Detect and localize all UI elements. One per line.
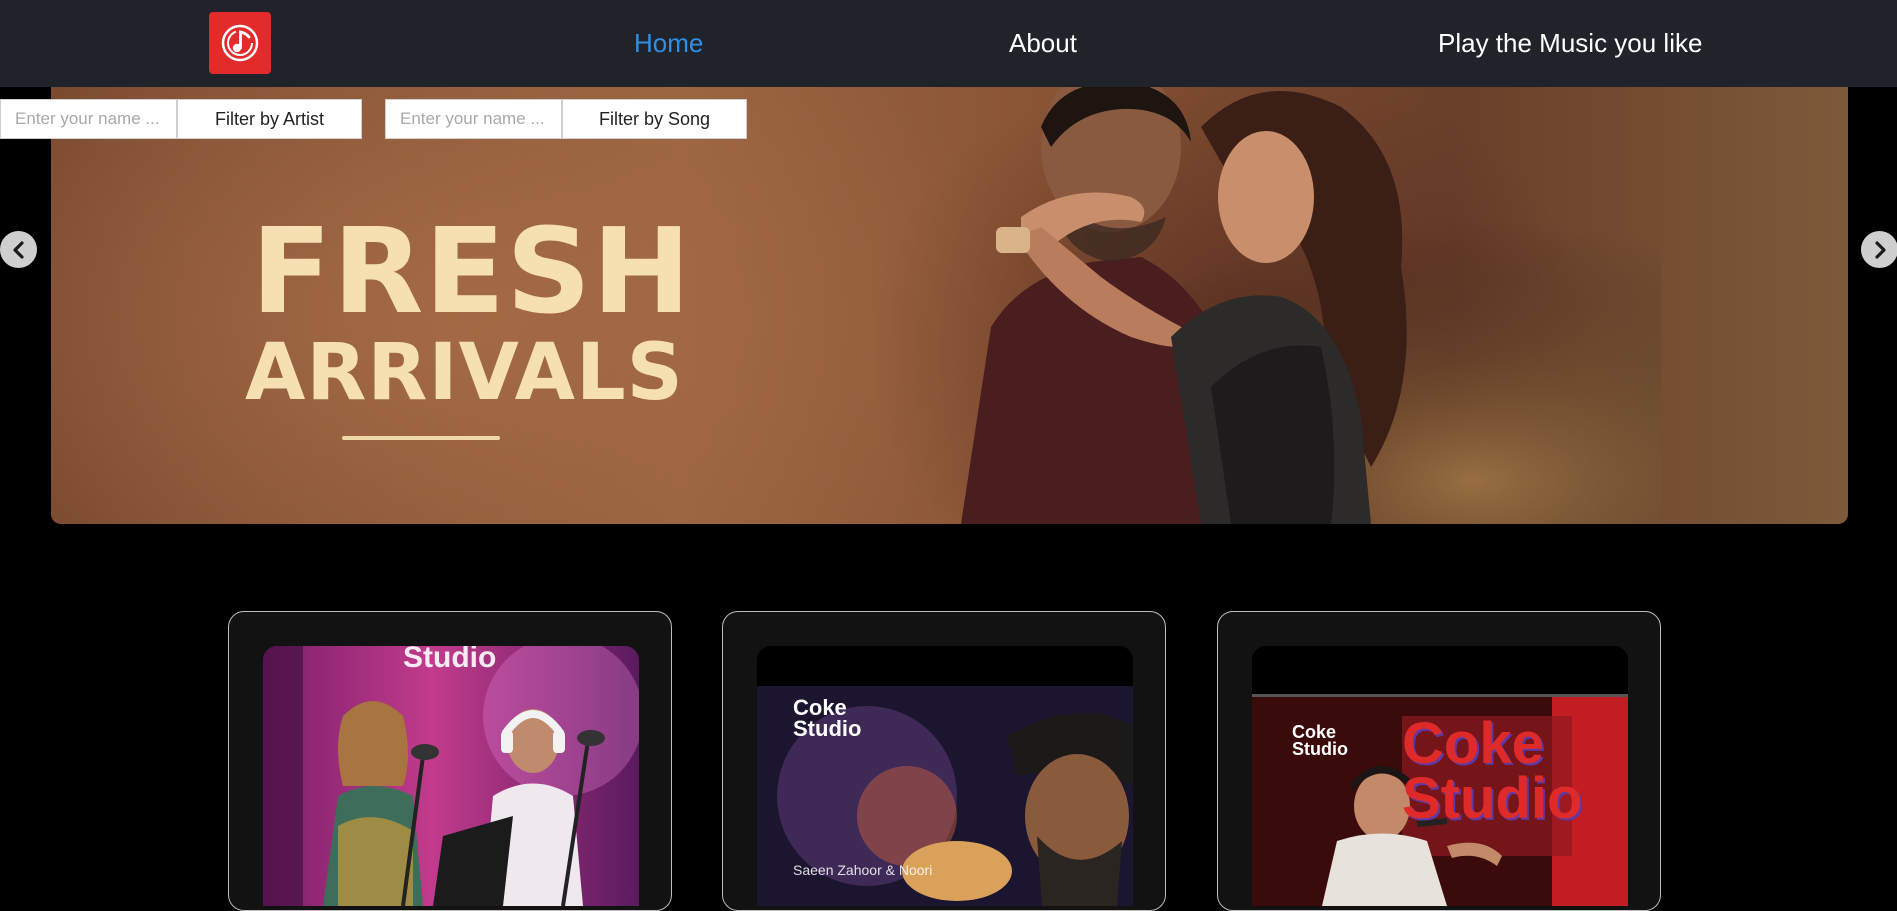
- navbar: Home About Play the Music you like: [0, 0, 1897, 87]
- banner-title-line2: ARRIVALS: [245, 328, 684, 418]
- coke-studio-logo: Studio: [403, 646, 497, 674]
- carousel-prev-button[interactable]: [0, 231, 37, 268]
- song-card-thumbnail[interactable]: Coke Studio Coke Studio: [1252, 646, 1628, 906]
- artist-filter-input[interactable]: [0, 99, 177, 139]
- filter-by-song-button[interactable]: Filter by Song: [562, 99, 747, 139]
- carousel-next-button[interactable]: [1861, 231, 1897, 268]
- app-logo[interactable]: [209, 12, 271, 74]
- chevron-left-icon: [12, 240, 24, 259]
- song-card[interactable]: Coke Studio Coke Studio: [1217, 611, 1661, 911]
- nav-about-link[interactable]: About: [1009, 0, 1077, 87]
- song-card-thumbnail[interactable]: Studio: [263, 646, 639, 906]
- artist-filter-group: Filter by Artist: [0, 99, 362, 139]
- coke-studio-logo: Coke Studio: [1292, 722, 1348, 760]
- music-note-icon: [221, 24, 259, 62]
- song-card-thumbnail[interactable]: Coke Studio Saeen Zahoor & Noori: [757, 646, 1133, 906]
- nav-home-link[interactable]: Home: [634, 0, 703, 87]
- song-card-caption: Saeen Zahoor & Noori: [793, 862, 933, 878]
- coke-studio-backdrop-text: Coke Studio: [1402, 711, 1583, 832]
- banner-title-line1: FRESH: [251, 202, 692, 340]
- hero-banner[interactable]: FRESH ARRIVALS: [51, 87, 1848, 524]
- song-card[interactable]: Coke Studio Saeen Zahoor & Noori: [722, 611, 1166, 911]
- nav-play-music-link[interactable]: Play the Music you like: [1438, 0, 1702, 87]
- banner-couple-image: [901, 87, 1661, 524]
- filter-by-artist-button[interactable]: Filter by Artist: [177, 99, 362, 139]
- song-filter-group: Filter by Song: [385, 99, 747, 139]
- song-filter-input[interactable]: [385, 99, 562, 139]
- banner-underline: [342, 436, 500, 440]
- song-card[interactable]: Studio: [228, 611, 672, 911]
- coke-studio-logo: Coke Studio: [793, 695, 862, 741]
- chevron-right-icon: [1874, 240, 1886, 259]
- performers-image: [263, 646, 639, 906]
